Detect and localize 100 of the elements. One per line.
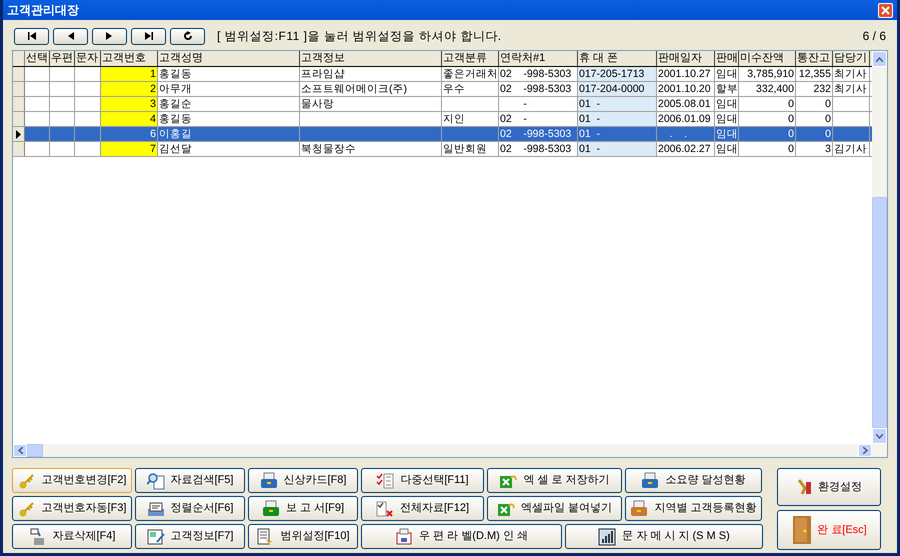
- table-cell: 좋은거래처: [442, 67, 499, 81]
- scroll-thumb[interactable]: [872, 197, 887, 428]
- column-header[interactable]: 휴 대 폰: [578, 51, 657, 66]
- table-cell: 임대: [715, 127, 739, 141]
- function-button[interactable]: 소요량 달성현황: [625, 468, 762, 493]
- table-cell: 김선달: [158, 142, 300, 156]
- table-cell: 0: [796, 97, 833, 111]
- first-record-button[interactable]: [14, 28, 49, 44]
- close-button[interactable]: [878, 2, 893, 18]
- next-record-button[interactable]: [92, 28, 127, 44]
- table-cell: 임대: [715, 67, 739, 81]
- table-cell: 임대: [715, 112, 739, 126]
- table-cell: 홍길동: [158, 67, 300, 81]
- column-header[interactable]: 선택: [25, 51, 50, 66]
- function-button[interactable]: 고객번호자동[F3]: [12, 496, 132, 521]
- key-icon: [18, 472, 36, 490]
- table-row[interactable]: 3 홍길순 물사랑 - 01 - 2005.08.01 임대 0 0: [13, 97, 872, 112]
- scroll-up-button[interactable]: [872, 51, 887, 67]
- previous-record-button[interactable]: [53, 28, 88, 44]
- exit-button[interactable]: 완 료[Esc]: [777, 510, 881, 550]
- profile-card-icon: [146, 528, 165, 546]
- table-cell: 2006.02.27: [657, 142, 715, 156]
- table-cell: 할부: [715, 82, 739, 96]
- table-cell: 332,400: [739, 82, 796, 96]
- scroll-down-button[interactable]: [872, 428, 887, 444]
- function-button[interactable]: 다중선택[F11]: [361, 468, 484, 493]
- window-title: 고객관리대장: [7, 2, 79, 19]
- table-row[interactable]: 2 아무개 소프트웨어메이크(주) 우수 02 -998-5303 017-204-0000 2001.10.20 할부 332,400 232 최기사: [13, 82, 872, 97]
- column-header[interactable]: 연락처#1: [499, 51, 578, 66]
- table-cell: 아무개: [158, 82, 300, 96]
- table-cell: 3,785,910: [739, 67, 796, 81]
- column-header[interactable]: 판매일자: [657, 51, 715, 66]
- scroll-thumb[interactable]: [27, 444, 43, 457]
- first-icon: [26, 32, 36, 40]
- scroll-right-button[interactable]: [858, 444, 872, 457]
- card-stack-icon: [146, 500, 165, 518]
- key-icon: [18, 500, 36, 518]
- table-cell: 2: [101, 82, 158, 96]
- table-cell: 프라임샵: [300, 67, 442, 81]
- function-button[interactable]: 고객번호변경[F2]: [12, 468, 132, 493]
- column-header[interactable]: 고객정보: [300, 51, 442, 66]
- table-cell: 임대: [715, 97, 739, 111]
- printer-icon: [262, 500, 280, 518]
- column-header[interactable]: 담당기: [833, 51, 870, 66]
- column-header[interactable]: 고객분류: [442, 51, 499, 66]
- table-cell: . .: [657, 127, 715, 141]
- table-row[interactable]: 6 이홍길 02 -998-5303 01 - . . 임대 0 0: [13, 127, 872, 142]
- table-cell: 017-205-1713: [578, 67, 657, 81]
- scroll-left-button[interactable]: [13, 444, 27, 457]
- table-cell: 0: [739, 97, 796, 111]
- column-header[interactable]: 미수잔액: [739, 51, 796, 66]
- function-button[interactable]: 엑 셀 로 저장하기: [487, 468, 622, 493]
- function-button[interactable]: 보 고 서[F9]: [248, 496, 358, 521]
- column-header[interactable]: 고객성명: [158, 51, 300, 66]
- column-header[interactable]: 판매: [715, 51, 739, 66]
- function-button[interactable]: 고객정보[F7]: [135, 524, 245, 549]
- table-cell: 4: [101, 112, 158, 126]
- column-header[interactable]: 통잔고: [796, 51, 833, 66]
- function-button[interactable]: 범위설정[F10]: [248, 524, 358, 549]
- row-header[interactable]: [13, 127, 25, 141]
- function-button[interactable]: 자료검색[F5]: [135, 468, 245, 493]
- document-icon: [256, 528, 274, 546]
- vertical-scrollbar[interactable]: [872, 51, 887, 444]
- table-cell: 일반회원: [442, 142, 499, 156]
- record-count: 6 / 6: [862, 28, 886, 45]
- search-icon: [146, 472, 165, 490]
- table-cell: 0: [739, 127, 796, 141]
- table-row[interactable]: 7 김선달 북청물장수 일반회원 02 -998-5303 01 - 2006.02.27 임대 0 3 김기사: [13, 142, 872, 157]
- table-cell: 0: [739, 112, 796, 126]
- column-header[interactable]: 문자: [75, 51, 101, 66]
- table-cell: 0: [739, 142, 796, 156]
- table-row[interactable]: 1 홍길동 프라임샵 좋은거래처 02 -998-5303 017-205-1713 2001.10.27 임대 3,785,910 12,355 최기사: [13, 67, 872, 82]
- table-cell: 12,355: [796, 67, 833, 81]
- function-button[interactable]: 정렬순서[F6]: [135, 496, 245, 521]
- function-button[interactable]: 전체자료[F12]: [361, 496, 484, 521]
- table-cell: 우수: [442, 82, 499, 96]
- last-record-button[interactable]: [131, 28, 166, 44]
- function-button[interactable]: 문 자 메 시 지 (S M S): [565, 524, 763, 549]
- column-header[interactable]: 고객번호: [101, 51, 158, 66]
- table-cell: 017-204-0000: [578, 82, 657, 96]
- table-cell: 2005.08.01: [657, 97, 715, 111]
- function-button[interactable]: 자료삭제[F4]: [12, 524, 132, 549]
- close-icon: [881, 6, 890, 14]
- column-header[interactable]: 우편: [50, 51, 75, 66]
- table-cell: 북청물장수: [300, 142, 442, 156]
- settings-button[interactable]: 환경설정: [777, 468, 881, 506]
- table-cell: 232: [796, 82, 833, 96]
- table-cell: 임대: [715, 142, 739, 156]
- refresh-button[interactable]: [170, 28, 205, 44]
- horizontal-scrollbar[interactable]: [13, 444, 887, 457]
- refresh-icon: [182, 31, 192, 41]
- function-button[interactable]: 지역별 고객등록현황: [625, 496, 762, 521]
- table-cell: 1: [101, 67, 158, 81]
- table-cell: 01 -: [578, 127, 657, 141]
- table-cell: 7: [101, 142, 158, 156]
- function-button[interactable]: 신상카드[F8]: [248, 468, 358, 493]
- table-cell: 홍길순: [158, 97, 300, 111]
- function-button[interactable]: 엑셀파일 붙여넣기: [487, 496, 622, 521]
- envelope-icon: [395, 528, 414, 546]
- function-button[interactable]: 우 편 라 벨(D.M) 인 쇄: [361, 524, 562, 549]
